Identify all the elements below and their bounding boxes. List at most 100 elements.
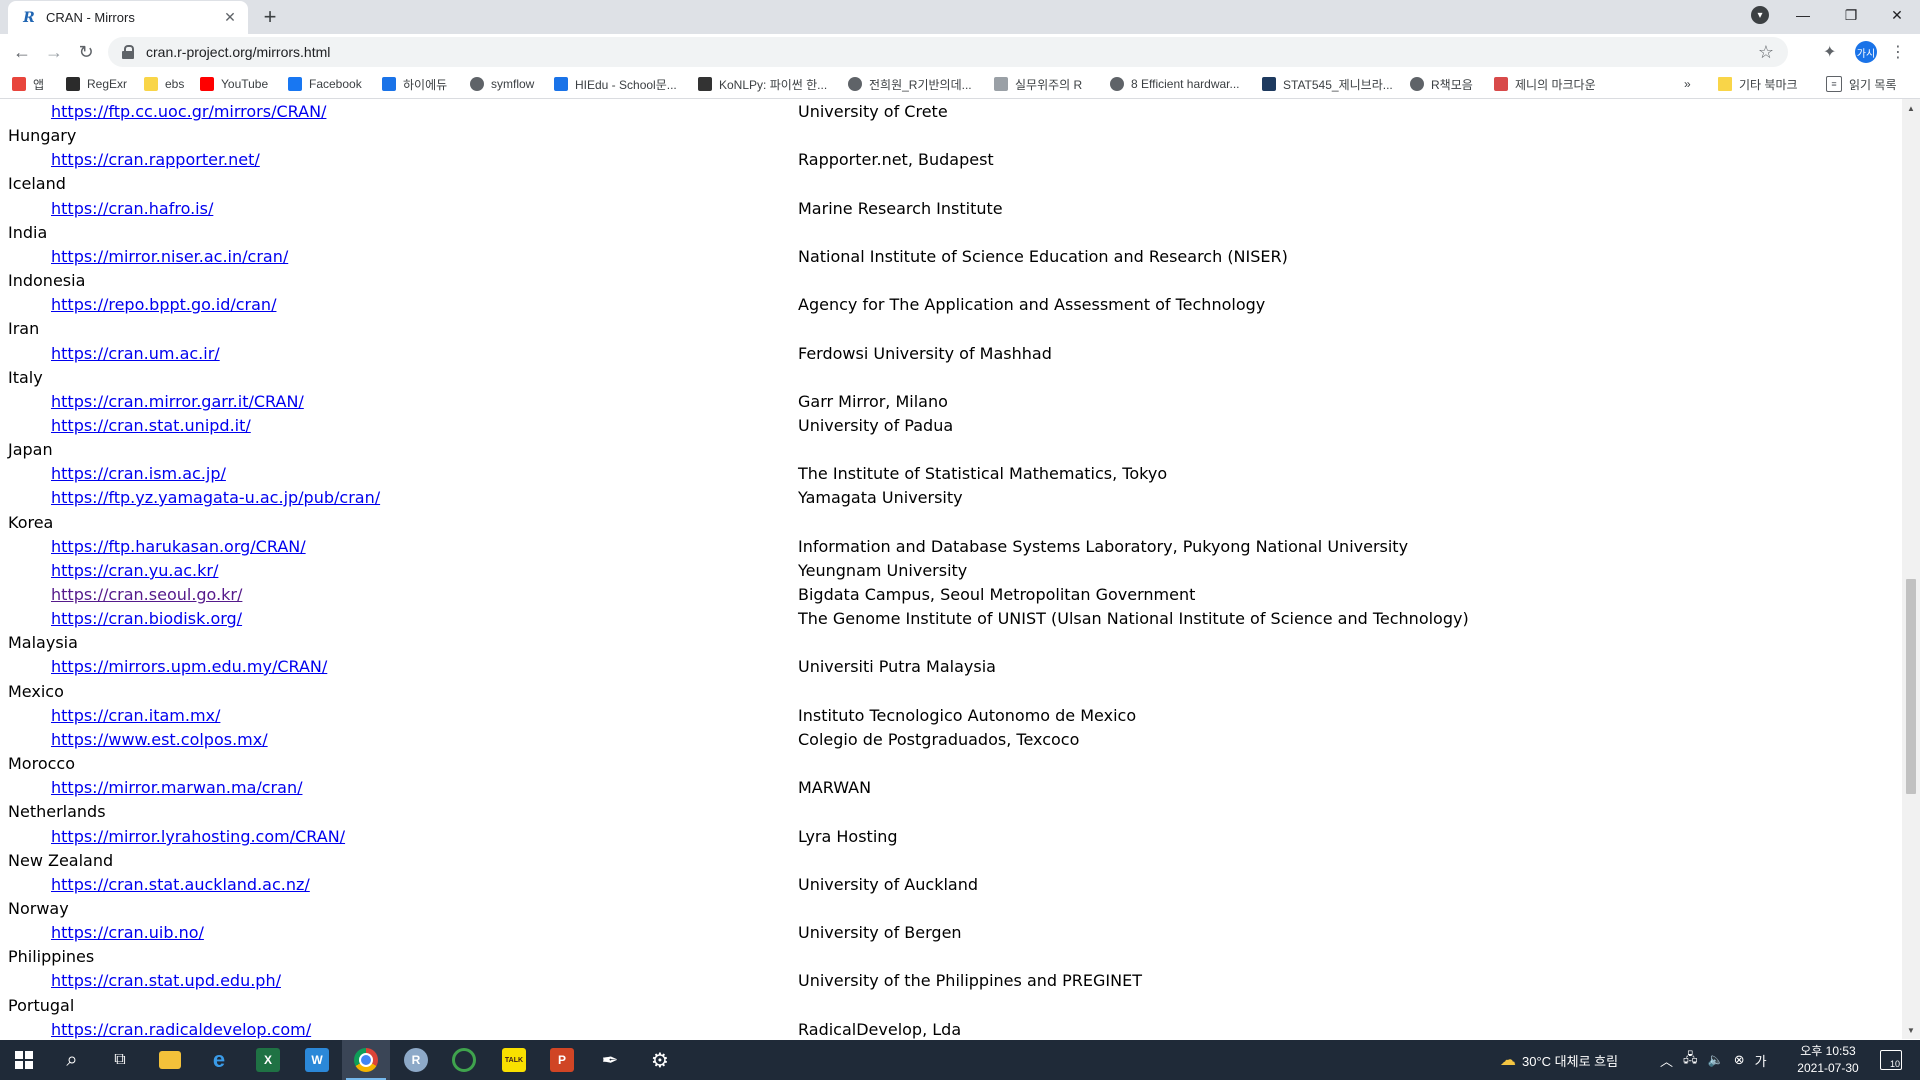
mirror-link[interactable]: https://cran.uib.no/ — [51, 921, 204, 945]
mirror-link[interactable]: https://cran.um.ac.ir/ — [51, 342, 220, 366]
mirror-link[interactable]: https://cran.biodisk.org/ — [51, 607, 242, 631]
weather-widget[interactable]: ☁ 30°C 대체로 흐림 — [1500, 1040, 1618, 1080]
restore-button[interactable]: ❐ — [1828, 0, 1874, 30]
bookmark-item[interactable]: RegExr — [66, 74, 127, 94]
volume-icon[interactable]: 🔈 — [1708, 1052, 1724, 1068]
blog-icon — [1494, 77, 1508, 91]
taskbar-inkscape[interactable]: ✒ — [586, 1040, 634, 1080]
ime-korean-icon[interactable]: 가 — [1755, 1051, 1767, 1070]
reload-button[interactable]: ↻ — [72, 38, 100, 66]
network-icon[interactable]: 🖧 — [1683, 1049, 1698, 1071]
mirror-link[interactable]: https://cran.itam.mx/ — [51, 704, 220, 728]
start-button[interactable] — [0, 1040, 48, 1080]
konlpy-icon — [698, 77, 712, 91]
bookmarks-overflow-button[interactable]: » — [1684, 74, 1691, 94]
mirror-link[interactable]: https://repo.bppt.go.id/cran/ — [51, 293, 276, 317]
bookmark-item[interactable]: 앱 — [12, 74, 44, 94]
taskbar-settings[interactable]: ⚙ — [636, 1040, 684, 1080]
bookmark-other[interactable]: 기타 북마크 — [1718, 74, 1798, 94]
bookmark-item[interactable]: 전희원_R기반의데... — [848, 74, 972, 94]
mirror-link[interactable]: https://cran.mirror.garr.it/CRAN/ — [51, 390, 304, 414]
mirror-link[interactable]: https://cran.rapporter.net/ — [51, 148, 260, 172]
tab-cran-mirrors[interactable]: R CRAN - Mirrors ✕ — [8, 1, 248, 34]
scroll-up-arrow-icon[interactable]: ▲ — [1902, 101, 1920, 115]
menu-kebab-icon[interactable]: ⋮ — [1890, 42, 1906, 62]
mirror-description: Agency for The Application and Assessmen… — [798, 295, 1266, 314]
mirror-link[interactable]: https://cran.radicaldevelop.com/ — [51, 1018, 311, 1039]
scroll-down-arrow-icon[interactable]: ▼ — [1902, 1023, 1920, 1037]
back-button[interactable]: ← — [8, 38, 36, 66]
mirror-link[interactable]: https://cran.ism.ac.jp/ — [51, 462, 226, 486]
bookmark-item[interactable]: symflow — [470, 74, 534, 94]
vertical-scrollbar[interactable]: ▲ ▼ — [1902, 99, 1920, 1039]
mirror-link[interactable]: https://ftp.cc.uoc.gr/mirrors/CRAN/ — [51, 100, 326, 124]
battery-status-icon[interactable]: ⊗ — [1734, 1052, 1745, 1068]
mirror-link[interactable]: https://mirrors.upm.edu.my/CRAN/ — [51, 655, 327, 679]
country-heading: Indonesia — [8, 271, 86, 290]
bookmark-star-icon[interactable]: ☆ — [1758, 42, 1774, 63]
mirror-link[interactable]: https://cran.seoul.go.kr/ — [51, 583, 242, 607]
minimize-button[interactable]: — — [1780, 0, 1826, 30]
profile-avatar[interactable]: 가시 — [1855, 41, 1877, 63]
mirror-link[interactable]: https://cran.yu.ac.kr/ — [51, 559, 218, 583]
mirror-link[interactable]: https://cran.stat.auckland.ac.nz/ — [51, 873, 310, 897]
mirror-description: University of Crete — [798, 102, 948, 121]
scroll-thumb[interactable] — [1906, 579, 1916, 794]
taskbar-kakaotalk[interactable]: TALK — [490, 1040, 538, 1080]
kakaotalk-icon: TALK — [502, 1048, 526, 1072]
bookmark-item[interactable]: KoNLPy: 파이썬 한... — [698, 74, 827, 94]
taskbar-chrome[interactable] — [342, 1040, 390, 1080]
bookmark-item[interactable]: ebs — [144, 74, 184, 94]
mirror-link[interactable]: https://ftp.harukasan.org/CRAN/ — [51, 535, 306, 559]
mirror-link[interactable]: https://mirror.niser.ac.in/cran/ — [51, 245, 288, 269]
country-heading: Portugal — [8, 996, 75, 1015]
taskbar-edge[interactable]: e — [195, 1040, 243, 1080]
close-icon[interactable]: ✕ — [220, 8, 240, 28]
address-bar[interactable]: cran.r-project.org/mirrors.html ☆ — [108, 37, 1788, 67]
bookmark-reading-list[interactable]: ≡ 읽기 목록 — [1826, 74, 1897, 94]
bookmark-item[interactable]: YouTube — [200, 74, 268, 94]
country-heading: Morocco — [8, 754, 75, 773]
bookmark-label: 앱 — [33, 77, 45, 92]
mirror-link[interactable]: https://mirror.marwan.ma/cran/ — [51, 776, 302, 800]
taskbar-word[interactable]: W — [293, 1040, 341, 1080]
mirror-link[interactable]: https://cran.stat.unipd.it/ — [51, 414, 251, 438]
extensions-icon[interactable]: ✦ — [1823, 42, 1836, 62]
bookmark-item[interactable]: STAT545_제니브라... — [1262, 74, 1393, 94]
lock-icon[interactable] — [122, 45, 134, 59]
taskbar-rstudio[interactable] — [440, 1040, 488, 1080]
mirror-link[interactable]: https://www.est.colpos.mx/ — [51, 728, 268, 752]
taskbar-search-button[interactable]: ⌕ — [48, 1040, 96, 1080]
bookmark-item[interactable]: 하이에듀 — [382, 74, 447, 94]
url-text[interactable]: cran.r-project.org/mirrors.html — [146, 44, 1758, 60]
taskbar-file-explorer[interactable] — [146, 1040, 194, 1080]
mirror-link[interactable]: https://ftp.yz.yamagata-u.ac.jp/pub/cran… — [51, 486, 380, 510]
bookmark-item[interactable]: R책모음 — [1410, 74, 1473, 94]
mirror-link[interactable]: https://cran.hafro.is/ — [51, 197, 213, 221]
system-tray: ︿ 🖧 🔈 ⊗ 가 — [1660, 1040, 1767, 1080]
taskbar-clock[interactable]: 오후 10:53 2021-07-30 — [1788, 1043, 1868, 1077]
forward-button[interactable]: → — [40, 38, 68, 66]
bookmark-item[interactable]: HIEdu - School문... — [554, 74, 677, 94]
mirror-description: Rapporter.net, Budapest — [798, 150, 994, 169]
bookmark-item[interactable]: 실무위주의 R — [994, 74, 1082, 94]
country-heading: Malaysia — [8, 633, 78, 652]
taskbar-powerpoint[interactable]: P — [538, 1040, 586, 1080]
mirror-description: University of Auckland — [798, 875, 978, 894]
folder-icon — [1718, 77, 1732, 91]
mirror-link[interactable]: https://mirror.lyrahosting.com/CRAN/ — [51, 825, 345, 849]
new-tab-button[interactable]: + — [258, 4, 282, 29]
mirror-link[interactable]: https://cran.stat.upd.edu.ph/ — [51, 969, 281, 993]
bookmark-item[interactable]: 제니의 마크다운 — [1494, 74, 1596, 94]
tray-chevron-up-icon[interactable]: ︿ — [1660, 1051, 1673, 1070]
country-heading: India — [8, 223, 48, 242]
bookmark-item[interactable]: Facebook — [288, 74, 362, 94]
notification-center-icon[interactable]: 10 — [1880, 1050, 1902, 1070]
window-close-button[interactable]: ✕ — [1874, 0, 1920, 30]
country-heading: Mexico — [8, 682, 64, 701]
task-view-button[interactable]: ⧉ — [96, 1040, 144, 1080]
taskbar-excel[interactable]: X — [244, 1040, 292, 1080]
bookmark-item[interactable]: 8 Efficient hardwar... — [1110, 74, 1240, 94]
tab-search-icon[interactable]: ▾ — [1751, 6, 1769, 24]
taskbar-r[interactable]: R — [392, 1040, 440, 1080]
